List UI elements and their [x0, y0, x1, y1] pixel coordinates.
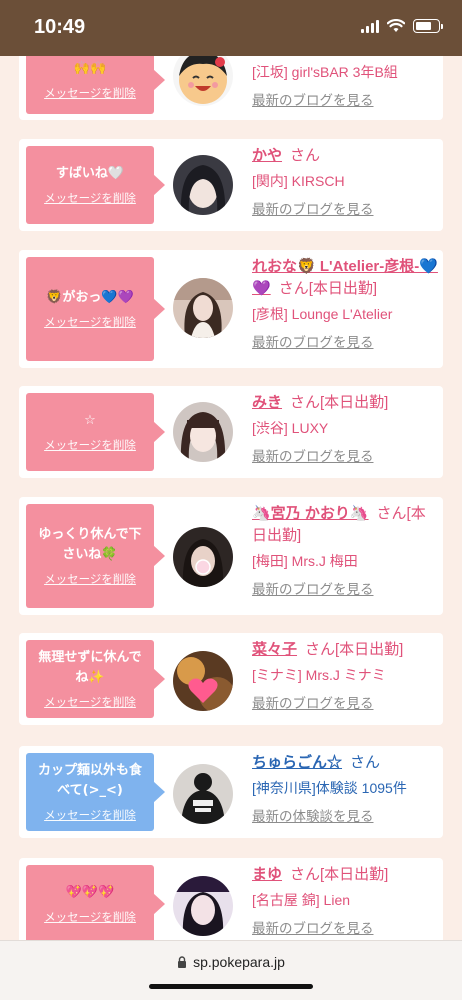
view-blog-link[interactable]: 最新のブログを見る: [252, 917, 438, 937]
status-time: 10:49: [34, 16, 86, 38]
shop-label: [神奈川県]体験談 1095件: [252, 780, 407, 796]
card-info: かや さん [関内] KIRSCH 最新のブログを見る: [252, 145, 438, 218]
delete-message-link[interactable]: メッセージを削除: [44, 314, 136, 330]
shop-label: [梅田] Mrs.J 梅田: [252, 553, 358, 569]
honorific-label: さん: [290, 147, 321, 164]
card-info: [江坂] girl'sBAR 3年B組 最新のブログを見る: [252, 58, 438, 109]
avatar[interactable]: [173, 278, 233, 338]
message-bubble: カップ麺以外も食べて(>_<) メッセージを削除: [26, 753, 165, 831]
message-text: 無理せずに休んでね✨: [38, 650, 142, 685]
status-bar: 10:49: [0, 0, 462, 56]
sender-name-link[interactable]: 菜々子: [252, 641, 297, 658]
avatar[interactable]: [173, 155, 233, 215]
avatar[interactable]: [173, 402, 233, 462]
delete-message-link[interactable]: メッセージを削除: [44, 694, 136, 710]
honorific-label: さん[本日出勤]: [290, 866, 389, 883]
delete-message-link[interactable]: メッセージを削除: [44, 85, 136, 101]
delete-message-link[interactable]: メッセージを削除: [44, 571, 136, 587]
view-blog-link[interactable]: 最新のブログを見る: [252, 578, 438, 598]
honorific-label: さん[本日出勤]: [290, 394, 389, 411]
message-card: ゆっくり休んで下さいね🍀 メッセージを削除 🦄宮乃 かおり🦄 さん[本日出勤] […: [19, 497, 443, 615]
wifi-icon: [387, 19, 405, 32]
status-icons: [361, 19, 443, 33]
view-review-link[interactable]: 最新の体験談を見る: [252, 805, 438, 825]
message-card: ☆ メッセージを削除 みき さん[本日出勤] [渋谷] LUXY 最新のブログを見…: [19, 386, 443, 478]
card-info: ちゅらごん☆ さん [神奈川県]体験談 1095件 最新の体験談を見る: [252, 752, 438, 825]
message-text: 🙌🙌: [73, 61, 107, 76]
url-text: sp.pokepara.jp: [193, 954, 285, 970]
message-bubble: ゆっくり休んで下さいね🍀 メッセージを削除: [26, 504, 165, 608]
delete-message-link[interactable]: メッセージを削除: [44, 190, 136, 206]
message-text: 💖💖💖: [65, 885, 115, 900]
home-indicator[interactable]: [149, 984, 313, 989]
view-blog-link[interactable]: 最新のブログを見る: [252, 89, 438, 109]
message-bubble: 🦁がおっ💙💜 メッセージを削除: [26, 257, 165, 361]
view-blog-link[interactable]: 最新のブログを見る: [252, 331, 438, 351]
shop-label: [江坂] girl'sBAR 3年B組: [252, 64, 398, 80]
delete-message-link[interactable]: メッセージを削除: [44, 437, 136, 453]
shop-label: [渋谷] LUXY: [252, 420, 329, 436]
avatar[interactable]: [173, 527, 233, 587]
shop-label: [関内] KIRSCH: [252, 173, 345, 189]
view-blog-link[interactable]: 最新のブログを見る: [252, 445, 438, 465]
message-bubble: 無理せずに休んでね✨ メッセージを削除: [26, 640, 165, 718]
battery-icon: [413, 19, 443, 33]
sender-name-link[interactable]: みき: [252, 394, 282, 411]
sender-name-link[interactable]: まゆ: [252, 866, 282, 883]
sender-name-link[interactable]: 🦄宮乃 かおり🦄: [252, 505, 369, 522]
card-info: 菜々子 さん[本日出勤] [ミナミ] Mrs.J ミナミ 最新のブログを見る: [252, 639, 438, 712]
card-info: まゆ さん[本日出勤] [名古屋 錦] Lien 最新のブログを見る: [252, 864, 438, 937]
message-card: 🦁がおっ💙💜 メッセージを削除 れおな🦁 L'Atelier-彦根-💙💜 さん[本…: [19, 250, 443, 368]
message-card: カップ麺以外も食べて(>_<) メッセージを削除 ちゅらごん☆ さん [神奈川県]…: [19, 746, 443, 838]
avatar[interactable]: [173, 764, 233, 824]
honorific-label: さん[本日出勤]: [305, 641, 404, 658]
message-text: カップ麺以外も食べて(>_<): [37, 763, 142, 798]
message-text: ゆっくり休んで下さいね🍀: [38, 527, 142, 562]
message-card: 無理せずに休んでね✨ メッセージを削除 菜々子 さん[本日出勤] [ミナミ] Mr…: [19, 633, 443, 725]
shop-label: [ミナミ] Mrs.J ミナミ: [252, 667, 386, 683]
message-card: すばいね🤍 メッセージを削除 かや さん [関内] KIRSCH 最新のブログを見…: [19, 139, 443, 231]
avatar[interactable]: [173, 651, 233, 711]
message-bubble: ☆ メッセージを削除: [26, 393, 165, 471]
sender-name-link[interactable]: かや: [252, 147, 282, 164]
view-blog-link[interactable]: 最新のブログを見る: [252, 198, 438, 218]
message-card: 💖💖💖 メッセージを削除 まゆ さん[本日出勤] [名古屋 錦] Lien 最新の…: [19, 858, 443, 950]
card-info: 🦄宮乃 かおり🦄 さん[本日出勤] [梅田] Mrs.J 梅田 最新のブログを見る: [252, 503, 438, 598]
delete-message-link[interactable]: メッセージを削除: [44, 807, 136, 823]
lock-icon: [178, 956, 187, 968]
delete-message-link[interactable]: メッセージを削除: [44, 909, 136, 925]
honorific-label: さん: [350, 754, 381, 771]
sender-name-link[interactable]: ちゅらごん☆: [252, 754, 342, 771]
avatar[interactable]: [173, 876, 233, 936]
view-blog-link[interactable]: 最新のブログを見る: [252, 692, 438, 712]
cellular-signal-icon: [361, 19, 379, 33]
shop-label: [彦根] Lounge L'Atelier: [252, 306, 393, 322]
browser-address-bar[interactable]: sp.pokepara.jp: [0, 940, 462, 1000]
message-bubble: 🙌🙌 メッセージを削除: [26, 46, 165, 114]
url-display[interactable]: sp.pokepara.jp: [0, 954, 462, 970]
message-text: 🦁がおっ💙💜: [46, 290, 134, 305]
card-info: みき さん[本日出勤] [渋谷] LUXY 最新のブログを見る: [252, 392, 438, 465]
shop-label: [名古屋 錦] Lien: [252, 892, 351, 908]
message-bubble: すばいね🤍 メッセージを削除: [26, 146, 165, 224]
message-bubble: 💖💖💖 メッセージを削除: [26, 865, 165, 943]
message-text: ☆: [84, 413, 96, 428]
message-text: すばいね🤍: [55, 166, 125, 181]
honorific-label: さん[本日出勤]: [278, 280, 378, 297]
card-info: れおな🦁 L'Atelier-彦根-💙💜 さん[本日出勤] [彦根] Lounge…: [252, 256, 438, 351]
